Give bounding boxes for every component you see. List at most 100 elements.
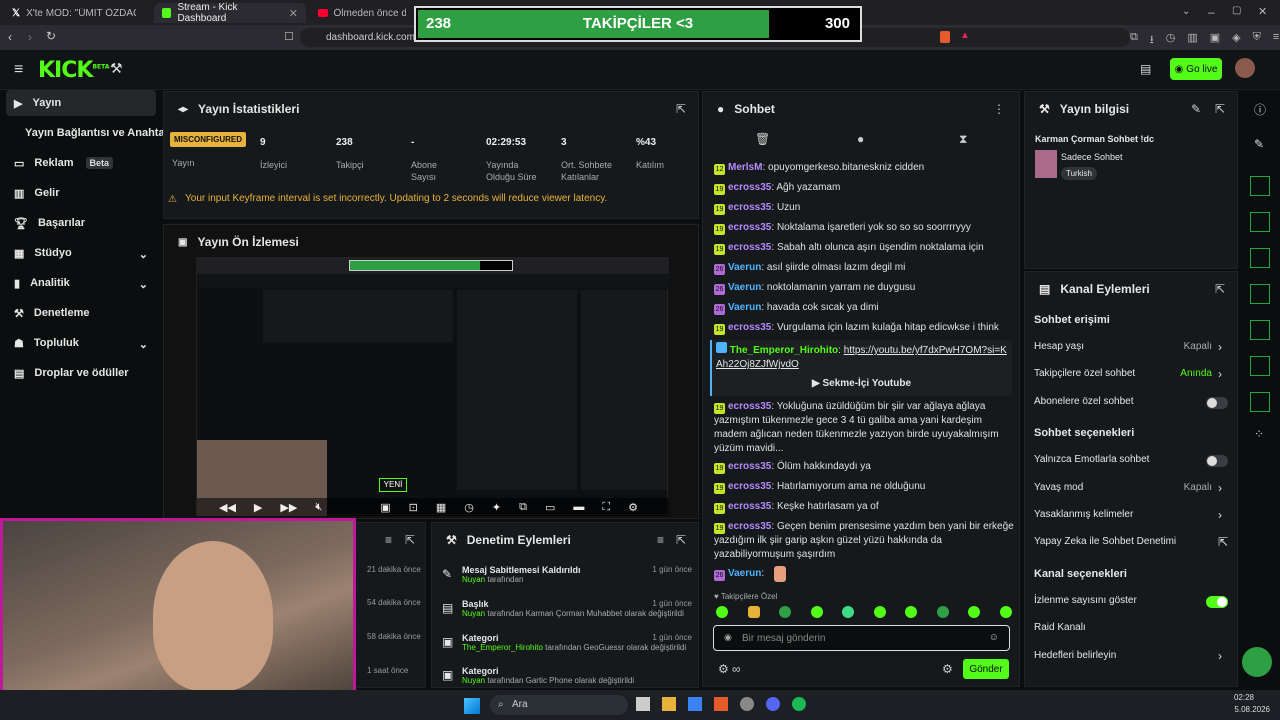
emoji-icon[interactable]: ◉	[724, 632, 732, 643]
support-icon[interactable]	[1242, 647, 1272, 677]
pip-icon[interactable]: ⧉	[519, 501, 527, 514]
theater-icon[interactable]: ▬	[573, 501, 584, 513]
setting-label[interactable]: Abonelere özel sohbet	[1034, 396, 1134, 407]
sidebar-item-ads[interactable]: ▭ Reklam Beta	[6, 150, 156, 176]
chat-username[interactable]: ecross35	[728, 501, 771, 512]
more-icon[interactable]: ⋮	[993, 102, 1005, 116]
filter-icon[interactable]: ≡	[385, 533, 392, 547]
obs-icon[interactable]	[740, 697, 754, 711]
avatar[interactable]	[1235, 58, 1255, 78]
sidebar-item-analytics[interactable]: ▮ Analitik ⌄	[6, 270, 156, 296]
chevron-right-icon[interactable]: ›	[1218, 367, 1222, 381]
chat-input[interactable]: ◉ Bir mesaj gönderin ☺	[713, 625, 1010, 651]
mod-view-icon[interactable]: ▤	[1140, 62, 1151, 76]
infinity-icon[interactable]: ∞	[732, 662, 741, 676]
popout-icon[interactable]: ⇱	[676, 533, 686, 547]
emote-picker-icon[interactable]: ☺	[989, 632, 999, 643]
emote-icon[interactable]	[905, 606, 918, 618]
history-icon[interactable]: ◷	[1166, 31, 1176, 50]
apps-icon[interactable]: ⁘	[1254, 427, 1264, 441]
focus-icon[interactable]	[1250, 176, 1270, 196]
external-link-icon[interactable]: ⇱	[1218, 535, 1228, 549]
wallet-icon[interactable]: ▣	[1210, 31, 1220, 50]
chat-username[interactable]: MerlsM	[728, 162, 762, 173]
sidebar-item-revenue[interactable]: ▥ Gelir	[6, 180, 156, 206]
sparkle-icon[interactable]: ✦	[492, 501, 501, 514]
setting-label[interactable]: Yapay Zeka ile Sohbet Denetimi	[1034, 536, 1176, 547]
popout-icon[interactable]: ⇱	[676, 102, 686, 116]
chevron-right-icon[interactable]: ›	[1218, 508, 1222, 522]
close-tab-icon[interactable]: ✕	[289, 7, 298, 20]
preview-video[interactable]: YENİ ◀◀ ▶ ▶▶ 🔇︎ ▣ ⊡ ▦ ◷ ✦ ⧉ ▭ ▬ ⛶ ⚙	[196, 257, 669, 516]
rewards-icon[interactable]: ▲	[960, 30, 970, 41]
discord-icon[interactable]	[766, 697, 780, 711]
emote-icon[interactable]	[968, 606, 981, 618]
task-view-icon[interactable]	[636, 697, 650, 711]
chevron-right-icon[interactable]: ›	[1218, 481, 1222, 495]
hourglass-icon[interactable]: ⧗	[959, 132, 967, 147]
mute-icon[interactable]: 🔇︎	[315, 501, 322, 514]
toggle-switch[interactable]	[1206, 397, 1228, 409]
grid-icon[interactable]: ▦	[436, 501, 446, 514]
sidebar-item-achievements[interactable]: 🏆︎ Başarılar	[6, 210, 156, 236]
setting-label[interactable]: Yalnızca Emotlarla sohbet	[1034, 454, 1149, 465]
fullscreen-icon[interactable]: ⛶	[602, 501, 610, 514]
sidebar-icon[interactable]: ▥	[1187, 31, 1197, 50]
setting-label[interactable]: İzlenme sayısını göster	[1034, 595, 1137, 606]
chat-username[interactable]: Vaerun	[728, 302, 761, 313]
menu-icon[interactable]: ≡	[1273, 31, 1279, 50]
chevron-right-icon[interactable]: ›	[1218, 649, 1222, 663]
go-live-button[interactable]: ◉ Go live	[1170, 58, 1222, 80]
play-icon[interactable]: ▶	[254, 501, 262, 514]
extension-icon[interactable]: ⧉	[1130, 31, 1138, 50]
emote-icon[interactable]	[810, 606, 823, 618]
chat-username[interactable]: Vaerun	[728, 262, 761, 273]
edit-icon[interactable]: ✎	[1191, 102, 1201, 116]
brave-shield-icon[interactable]	[940, 31, 950, 43]
layout-icon[interactable]: ▭	[545, 501, 555, 514]
chat-username[interactable]: ecross35	[728, 322, 771, 333]
setting-label[interactable]: Hesap yaşı	[1034, 341, 1084, 352]
crop-icon[interactable]: ⊡	[409, 501, 418, 514]
sidebar-item-drops[interactable]: ▤ Droplar ve ödüller	[6, 360, 156, 386]
emote-icon[interactable]	[999, 606, 1012, 618]
settings-icon[interactable]: ⚙	[718, 662, 729, 676]
camera-icon[interactable]: ▣	[380, 501, 390, 514]
rewind-icon[interactable]: ◀◀	[219, 501, 236, 514]
reload-icon[interactable]: ↻	[46, 29, 56, 43]
flash-icon[interactable]	[1250, 212, 1270, 232]
spotify-icon[interactable]	[792, 697, 806, 711]
browser-tab[interactable]: Ölmeden önce dinlenen	[310, 3, 414, 23]
setting-label[interactable]: Yavaş mod	[1034, 482, 1083, 493]
filter-icon[interactable]: ≡	[657, 533, 664, 547]
shield-icon[interactable]: ⛨	[1253, 31, 1261, 50]
taskbar-search[interactable]: ⌕ Ara	[490, 695, 628, 715]
back-icon[interactable]: ‹	[8, 30, 12, 44]
setting-label[interactable]: Raid Kanalı	[1034, 622, 1086, 633]
toggle-switch[interactable]	[1206, 596, 1228, 608]
popout-icon[interactable]: ⇱	[405, 533, 415, 547]
emote-icon[interactable]	[747, 606, 760, 618]
chat-bubble-icon[interactable]	[1250, 284, 1270, 304]
hammer-icon[interactable]: ⚒	[110, 60, 123, 77]
youtube-inline-button[interactable]: ▶ Sekme-İçi Youtube	[812, 378, 911, 389]
chevron-right-icon[interactable]: ›	[1218, 340, 1222, 354]
chat-username[interactable]: ecross35	[728, 521, 771, 532]
bookmark-icon[interactable]: ☐	[284, 30, 294, 43]
emote-icon[interactable]	[936, 606, 949, 618]
tab-list-icon[interactable]: ⌄	[1182, 6, 1190, 17]
chat-username[interactable]: ecross35	[728, 222, 771, 233]
trash-icon[interactable]: 🗑︎	[755, 132, 770, 146]
emote-icon[interactable]	[716, 606, 728, 618]
chat-bubble-icon[interactable]: ●	[857, 132, 864, 146]
chat-settings-icon[interactable]: ⚙	[942, 662, 953, 676]
sidebar-item-stream[interactable]: ▶ Yayın	[6, 90, 156, 116]
document-icon[interactable]	[1250, 248, 1270, 268]
sidebar-item-community[interactable]: ☗ Topluluk ⌄	[6, 330, 156, 356]
sidebar-item-stream-key[interactable]: Yayın Bağlantısı ve Anahtarı	[6, 120, 172, 146]
setting-label[interactable]: Yasaklanmış kelimeler	[1034, 509, 1133, 520]
hamburger-menu-icon[interactable]: ≡	[14, 61, 23, 79]
popout-icon[interactable]: ⇱	[1215, 282, 1225, 296]
broadcast-icon[interactable]	[1250, 320, 1270, 340]
explorer-icon[interactable]	[662, 697, 676, 711]
